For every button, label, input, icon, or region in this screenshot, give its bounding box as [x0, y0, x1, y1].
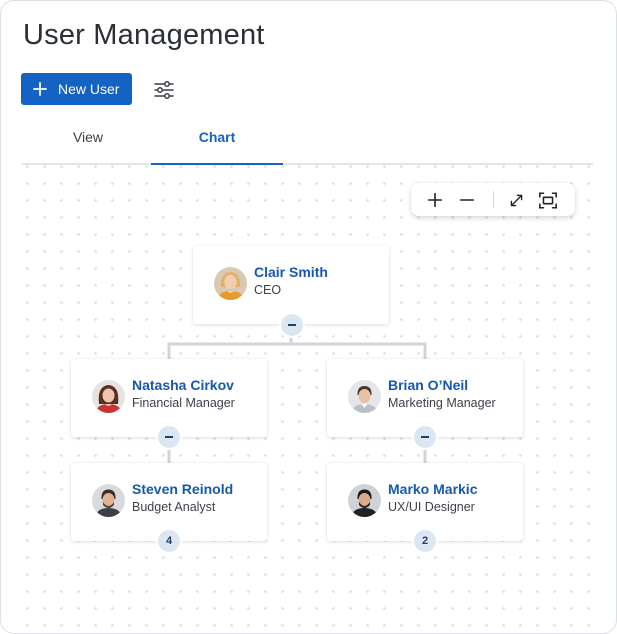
- node-name: Clair Smith: [254, 264, 328, 280]
- node-name: Brian O’Neil: [388, 377, 469, 393]
- node-role: Marketing Manager: [388, 396, 496, 410]
- avatar: [348, 484, 381, 517]
- collapse-button[interactable]: [158, 426, 180, 448]
- org-node-root[interactable]: Clair Smith CEO: [193, 246, 389, 324]
- report-count-badge[interactable]: 2: [414, 530, 436, 552]
- tab-bar: View Chart: [22, 121, 593, 165]
- tab-view[interactable]: View: [22, 121, 154, 163]
- collapse-button[interactable]: [414, 426, 436, 448]
- avatar: [214, 267, 247, 300]
- new-user-button[interactable]: New User: [21, 73, 132, 105]
- avatar: [348, 380, 381, 413]
- minus-icon[interactable]: [457, 190, 477, 210]
- node-name: Marko Markic: [388, 481, 478, 497]
- zoom-toolbar: [411, 183, 575, 216]
- expand-icon[interactable]: [506, 190, 526, 210]
- new-user-label: New User: [58, 81, 120, 97]
- avatar: [92, 484, 125, 517]
- node-role: Budget Analyst: [132, 500, 216, 514]
- toolbar-divider: [493, 191, 494, 208]
- plus-icon[interactable]: [425, 190, 445, 210]
- node-role: UX/UI Designer: [388, 500, 475, 514]
- fit-screen-icon[interactable]: [538, 190, 558, 210]
- page-title: User Management: [23, 19, 265, 51]
- node-name: Steven Reinold: [132, 481, 234, 497]
- node-role: CEO: [254, 283, 282, 297]
- collapse-button[interactable]: [281, 314, 303, 336]
- sliders-icon[interactable]: [152, 78, 176, 102]
- node-name: Natasha Cirkov: [132, 377, 234, 393]
- avatar: [92, 380, 125, 413]
- node-role: Financial Manager: [132, 396, 235, 410]
- report-count-badge[interactable]: 4: [158, 530, 180, 552]
- tab-chart[interactable]: Chart: [151, 121, 283, 165]
- user-management-panel: User Management New User View Chart Clai…: [0, 0, 617, 634]
- plus-icon: [33, 82, 47, 96]
